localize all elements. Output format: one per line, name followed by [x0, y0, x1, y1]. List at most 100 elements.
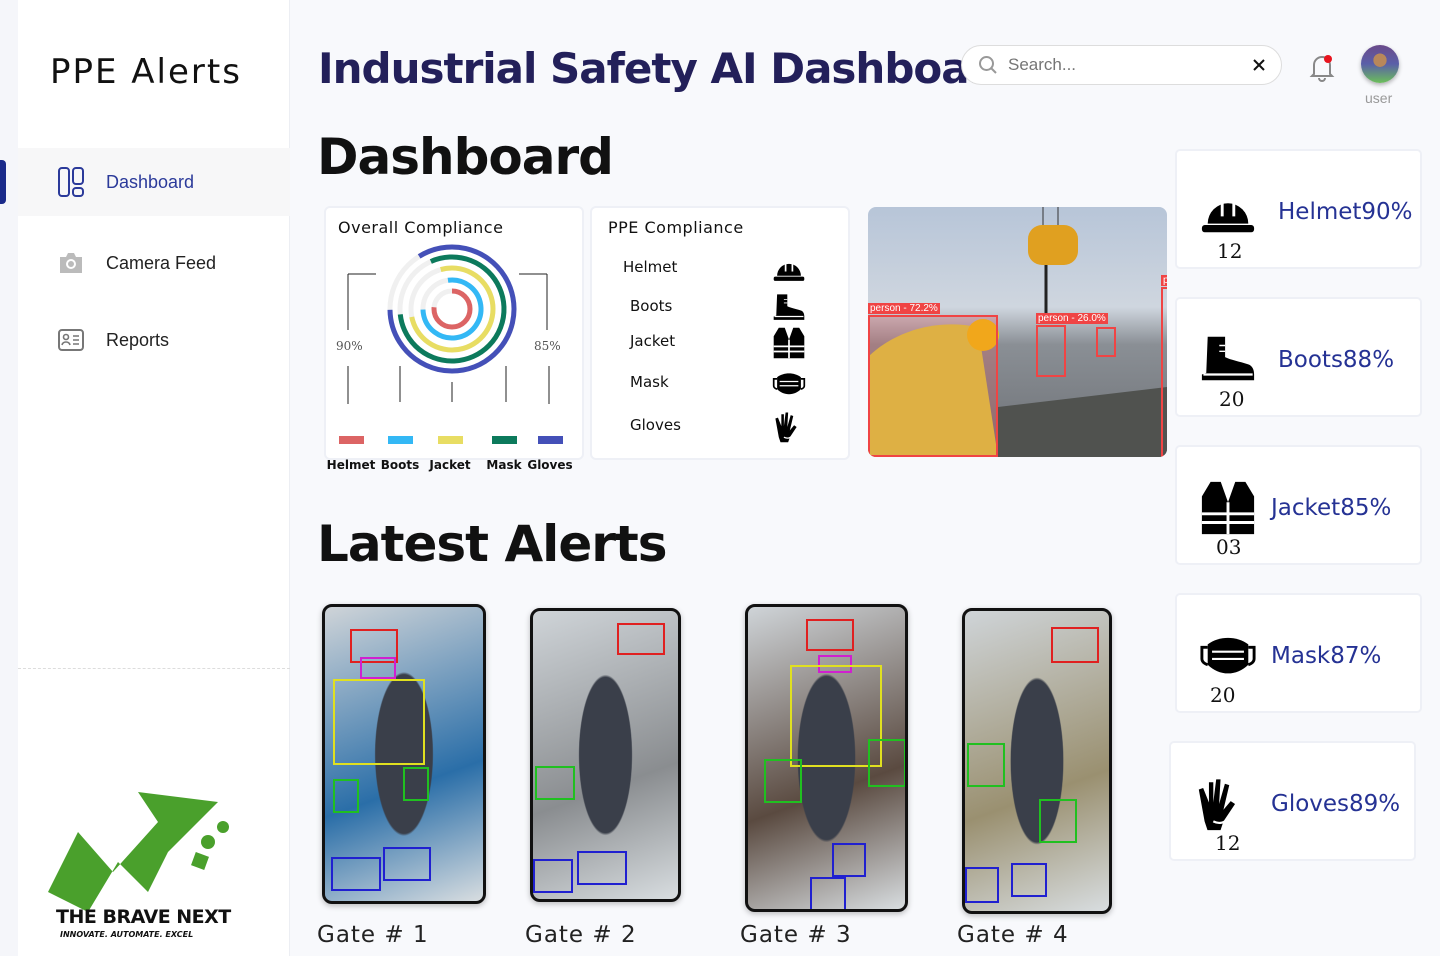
stat-count: 12: [1217, 239, 1243, 263]
ppe-item-label: Gloves: [630, 416, 681, 434]
gate-label: Gate # 3: [740, 922, 852, 948]
logo-tagline: INNOVATE. AUTOMATE. EXCEL: [60, 930, 194, 939]
detection-box: [965, 867, 999, 903]
stat-card-boots[interactable]: Boots88% 20: [1175, 297, 1422, 417]
detection-box: [383, 847, 431, 881]
detection-box: [533, 859, 573, 893]
legend-item: Helmet: [326, 436, 376, 472]
sidebar-rail: [0, 0, 18, 956]
ppe-item-label: Mask: [630, 373, 669, 391]
stat-count: 12: [1215, 831, 1241, 855]
detection-box: [1096, 327, 1116, 357]
active-indicator: [0, 160, 6, 204]
search-input[interactable]: [1008, 55, 1253, 75]
ppe-compliance-card: PPE Compliance Helmet Boots Jacket Mask Glov…: [590, 206, 850, 460]
vest-icon: [1201, 481, 1255, 535]
sidebar-item-camera-feed[interactable]: Camera Feed: [18, 229, 290, 297]
stat-card-gloves[interactable]: Gloves89% 12: [1169, 741, 1416, 861]
detection-box: [806, 619, 854, 651]
gate-label: Gate # 2: [525, 922, 637, 948]
stat-count: 03: [1216, 535, 1242, 559]
ppe-item-label: Boots: [630, 297, 673, 315]
latest-alerts-heading: Latest Alerts: [317, 515, 668, 573]
sidebar-item-reports[interactable]: Reports: [18, 306, 290, 374]
legend-swatch: [387, 436, 413, 444]
user-label: user: [1365, 90, 1393, 106]
stat-label: Mask87%: [1271, 643, 1382, 669]
detection-box: [868, 739, 905, 787]
overall-compliance-card: Overall Compliance 90% 85% Helmet Boots Ja…: [324, 206, 584, 472]
radial-chart: [347, 244, 550, 404]
close-icon[interactable]: [1253, 59, 1265, 71]
dashboard-icon: [58, 167, 84, 197]
left-percent: 90%: [336, 339, 363, 353]
legend-item: Jacket: [425, 436, 475, 472]
page-title: Industrial Safety AI Dashboard: [318, 44, 1018, 93]
stat-label: Gloves89%: [1271, 791, 1401, 817]
detection-box: [967, 743, 1005, 787]
vest-icon: [773, 327, 805, 359]
legend-swatch: [491, 436, 517, 444]
gloves-icon: [775, 412, 797, 443]
detection-box: [810, 877, 846, 909]
detection-box: [1051, 627, 1099, 663]
detection-box: [832, 843, 866, 877]
stat-count: 20: [1210, 683, 1236, 707]
detection-box: [1039, 799, 1077, 843]
stat-card-mask[interactable]: Mask87% 20: [1175, 593, 1422, 713]
detection-box: [333, 779, 359, 813]
brand-title: PPE Alerts: [50, 52, 242, 92]
gloves-icon: [1198, 779, 1236, 831]
search-bar[interactable]: [961, 45, 1282, 85]
sidebar-item-dashboard[interactable]: Dashboard: [18, 148, 290, 216]
stat-label: Jacket85%: [1271, 495, 1392, 521]
stat-label: Helmet90%: [1278, 199, 1413, 225]
camera-icon: [60, 253, 82, 273]
stat-card-helmet[interactable]: Helmet90% 12: [1175, 149, 1422, 269]
detection-box: person - 72.2%: [868, 303, 998, 457]
detection-box: [360, 657, 396, 679]
ppe-item-label: Helmet: [623, 258, 678, 276]
ring-mask: [397, 254, 507, 364]
legend-swatch: [338, 436, 364, 444]
gate-label: Gate # 1: [317, 922, 429, 948]
alert-image[interactable]: [745, 604, 908, 912]
stat-card-jacket[interactable]: Jacket85% 03: [1175, 445, 1422, 565]
detection-box: person - 26.0%: [1036, 313, 1108, 377]
mask-icon: [772, 373, 806, 395]
ppe-item-label: Jacket: [630, 332, 676, 350]
ring-boots: [420, 277, 484, 341]
sidebar-item-label: Camera Feed: [106, 252, 217, 273]
sidebar-item-label: Reports: [106, 329, 170, 350]
alert-image[interactable]: [962, 608, 1112, 914]
legend-swatch: [537, 436, 563, 444]
card-title: PPE Compliance: [608, 218, 744, 237]
detection-box: [333, 679, 425, 765]
dashboard-heading: Dashboard: [317, 128, 614, 186]
detection-box: [331, 857, 381, 891]
helmet-icon: [1201, 203, 1255, 233]
detection-box: [577, 851, 627, 885]
stat-count: 20: [1219, 387, 1245, 411]
legend-item: Mask: [479, 436, 529, 472]
legend-item: Gloves: [525, 436, 575, 472]
alert-image[interactable]: [530, 608, 681, 902]
stat-label: Boots88%: [1278, 347, 1395, 373]
gate-label: Gate # 4: [957, 922, 1069, 948]
camera-feed-preview[interactable]: person - 72.2% person - 26.0% pe: [868, 207, 1167, 457]
legend-item: Boots: [375, 436, 425, 472]
company-logo: THE BRAVE NEXT INNOVATE. AUTOMATE. EXCEL: [18, 782, 268, 956]
detection-box: [403, 767, 429, 801]
sidebar-item-label: Dashboard: [106, 171, 195, 192]
helmet-icon: [773, 263, 805, 281]
legend-swatch: [437, 436, 463, 444]
detection-box: [1011, 863, 1047, 897]
bell-icon[interactable]: [1308, 52, 1336, 82]
boot-icon: [773, 294, 805, 320]
alert-image[interactable]: [322, 604, 486, 904]
logo-name: THE BRAVE NEXT: [56, 906, 231, 928]
right-percent: 85%: [534, 339, 561, 353]
detection-box: [764, 759, 802, 803]
avatar[interactable]: [1361, 45, 1399, 83]
id-card-icon: [58, 329, 84, 351]
